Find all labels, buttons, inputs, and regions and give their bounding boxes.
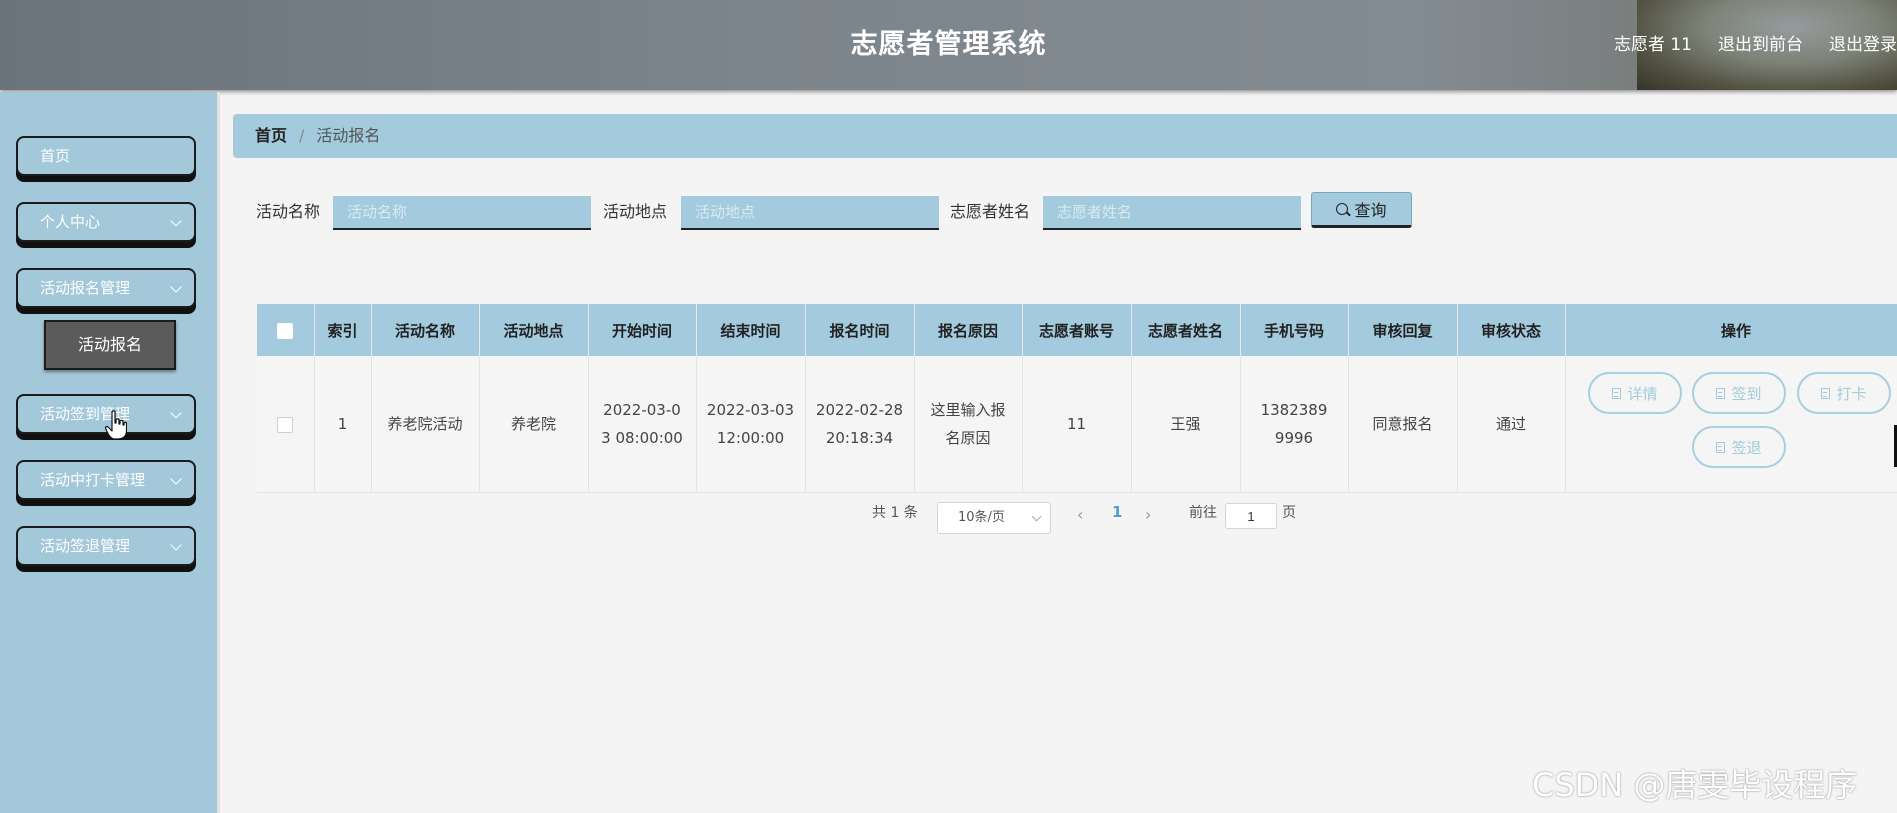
cell-reason: 这里输入报名原因 bbox=[914, 356, 1023, 493]
column-header: 活动名称 bbox=[371, 304, 480, 356]
cell-account: 11 bbox=[1022, 356, 1132, 493]
column-header: 结束时间 bbox=[696, 304, 806, 356]
query-button[interactable]: 查询 bbox=[1311, 192, 1412, 228]
column-header: 索引 bbox=[314, 304, 372, 356]
watermark: CSDN @唐雯毕设程序 bbox=[1532, 766, 1858, 804]
volunteer-name-input[interactable] bbox=[1043, 196, 1301, 230]
chevron-down-icon bbox=[170, 215, 182, 227]
page-number[interactable]: 1 bbox=[1112, 503, 1122, 521]
cell-start-time: 2022-03-03 08:00:00 bbox=[588, 356, 697, 493]
cell-signup-time: 2022-02-28 20:18:34 bbox=[805, 356, 915, 493]
row-checkbox[interactable] bbox=[277, 416, 294, 433]
page-size-value: 10条/页 bbox=[958, 510, 1005, 525]
sidebar: 首页 个人中心 活动报名管理 活动签到管理 活动中打卡管理 活动签退管理 bbox=[0, 92, 220, 813]
column-header: 报名原因 bbox=[914, 304, 1023, 356]
volunteer-name-label: 志愿者姓名 bbox=[950, 202, 1031, 221]
location-input[interactable] bbox=[681, 196, 939, 230]
page-size-select[interactable]: 10条/页 bbox=[937, 502, 1051, 534]
column-header: 操作 bbox=[1565, 304, 1897, 356]
detail-button[interactable]: 详情 bbox=[1588, 372, 1682, 414]
breadcrumb-separator: / bbox=[299, 126, 305, 145]
system-title: 志愿者管理系统 bbox=[850, 29, 1047, 60]
breadcrumb: 首页 / 活动报名 bbox=[233, 114, 1897, 158]
cell-location: 养老院 bbox=[479, 356, 589, 493]
document-icon bbox=[1612, 387, 1622, 399]
document-icon bbox=[1716, 441, 1726, 453]
sidebar-item-home[interactable]: 首页 bbox=[16, 136, 196, 176]
select-all-cell bbox=[257, 304, 315, 356]
column-header: 活动地点 bbox=[479, 304, 589, 356]
chevron-down-icon bbox=[170, 407, 182, 419]
query-button-label: 查询 bbox=[1354, 201, 1387, 220]
column-header: 手机号码 bbox=[1240, 304, 1349, 356]
total-count: 共 1 条 bbox=[872, 505, 918, 521]
column-header: 志愿者账号 bbox=[1022, 304, 1132, 356]
column-header: 报名时间 bbox=[805, 304, 915, 356]
sign-in-button[interactable]: 签到 bbox=[1692, 372, 1786, 414]
column-header: 志愿者姓名 bbox=[1131, 304, 1241, 356]
prev-page-icon[interactable]: ‹ bbox=[1077, 505, 1083, 524]
chevron-down-icon bbox=[170, 539, 182, 551]
user-actions: 志愿者 11 退出到前台 退出登录 bbox=[1614, 0, 1897, 90]
column-header: 审核状态 bbox=[1457, 304, 1566, 356]
cell-review-status: 通过 bbox=[1457, 356, 1566, 493]
sign-out-button[interactable]: 签退 bbox=[1692, 426, 1786, 468]
sidebar-item-label: 个人中心 bbox=[40, 213, 101, 231]
cell-name: 王强 bbox=[1131, 356, 1241, 493]
logout-link[interactable]: 退出登录 bbox=[1829, 0, 1897, 90]
sidebar-item-personal-center[interactable]: 个人中心 bbox=[16, 202, 196, 242]
punch-button[interactable]: 打卡 bbox=[1797, 372, 1891, 414]
chevron-down-icon bbox=[170, 281, 182, 293]
document-icon bbox=[1716, 387, 1726, 399]
sidebar-item-label: 活动中打卡管理 bbox=[40, 471, 146, 489]
cell-index: 1 bbox=[314, 356, 372, 493]
cell-end-time: 2022-03-03 12:00:00 bbox=[696, 356, 806, 493]
sign-out-button-label: 签退 bbox=[1731, 438, 1762, 457]
sidebar-item-label: 活动签退管理 bbox=[40, 537, 131, 555]
activity-name-input[interactable] bbox=[333, 196, 591, 230]
cell-review-reply: 同意报名 bbox=[1348, 356, 1458, 493]
sidebar-item-label: 活动报名管理 bbox=[40, 279, 131, 297]
sidebar-item-signup-management[interactable]: 活动报名管理 bbox=[16, 268, 196, 308]
punch-button-label: 打卡 bbox=[1836, 384, 1867, 403]
sidebar-item-punch-management[interactable]: 活动中打卡管理 bbox=[16, 460, 196, 500]
row-select-cell bbox=[257, 356, 315, 493]
exit-to-front-link[interactable]: 退出到前台 bbox=[1718, 0, 1803, 90]
breadcrumb-home[interactable]: 首页 bbox=[255, 126, 287, 145]
location-label: 活动地点 bbox=[603, 202, 668, 221]
sidebar-item-checkout-management[interactable]: 活动签退管理 bbox=[16, 526, 196, 566]
column-header: 审核回复 bbox=[1348, 304, 1458, 356]
search-icon bbox=[1336, 203, 1349, 215]
detail-button-label: 详情 bbox=[1627, 384, 1658, 403]
breadcrumb-current: 活动报名 bbox=[316, 126, 381, 145]
chevron-down-icon bbox=[170, 473, 182, 485]
next-page-icon[interactable]: › bbox=[1145, 505, 1151, 524]
current-user-label: 志愿者 11 bbox=[1613, 35, 1692, 55]
activity-name-label: 活动名称 bbox=[256, 202, 321, 221]
goto-label: 前往 bbox=[1189, 505, 1217, 521]
column-header: 开始时间 bbox=[588, 304, 697, 356]
sidebar-item-label: 首页 bbox=[40, 147, 71, 165]
sign-in-button-label: 签到 bbox=[1731, 384, 1762, 403]
page-unit-label: 页 bbox=[1282, 505, 1296, 521]
submenu-item-activity-signup[interactable]: 活动报名 bbox=[44, 320, 176, 370]
chevron-down-icon bbox=[1031, 511, 1042, 522]
cell-phone: 13823899996 bbox=[1240, 356, 1349, 493]
top-header: 志愿者管理系统 志愿者 11 退出到前台 退出登录 bbox=[0, 0, 1897, 90]
select-all-checkbox[interactable] bbox=[277, 322, 294, 339]
cell-activity-name: 养老院活动 bbox=[371, 356, 480, 493]
document-icon bbox=[1821, 387, 1831, 399]
hand-cursor-icon bbox=[105, 410, 127, 440]
table-header-row: 索引 活动名称 活动地点 开始时间 结束时间 报名时间 报名原因 志愿者账号 志… bbox=[257, 304, 1897, 356]
goto-page-input[interactable] bbox=[1225, 503, 1277, 529]
